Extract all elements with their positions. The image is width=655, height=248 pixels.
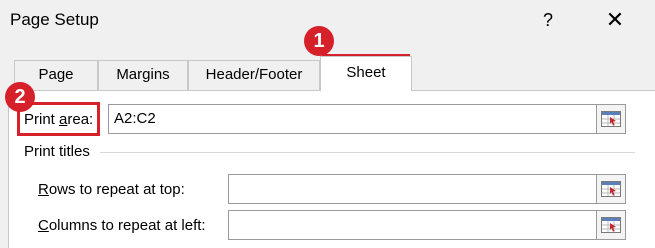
tab-header-footer[interactable]: Header/Footer (188, 60, 320, 91)
range-picker-icon (601, 111, 621, 127)
print-area-label-post: rea: (67, 111, 94, 128)
help-button[interactable]: ? (536, 6, 560, 34)
step-badge-2: 2 (5, 82, 35, 112)
print-area-label-pre: Print (24, 111, 60, 128)
print-area-label: Print area: (24, 111, 93, 128)
print-area-input[interactable]: A2:C2 (108, 104, 598, 134)
rows-repeat-picker-button[interactable] (596, 174, 626, 204)
print-titles-separator (100, 152, 635, 153)
columns-repeat-label: Columns to repeat at left: (38, 217, 206, 234)
dialog-title: Page Setup (10, 10, 99, 29)
close-button[interactable]: ✕ (600, 6, 630, 34)
columns-repeat-picker-button[interactable] (596, 210, 626, 240)
print-titles-heading: Print titles (24, 143, 90, 160)
range-picker-icon (601, 217, 621, 233)
range-picker-icon (601, 181, 621, 197)
columns-repeat-label-access: C (38, 217, 49, 234)
rows-repeat-label-access: R (38, 181, 49, 198)
tab-sheet[interactable]: Sheet (320, 56, 412, 91)
rows-repeat-label-post: ows to repeat at top: (48, 181, 185, 198)
tab-margins[interactable]: Margins (98, 60, 188, 91)
print-area-picker-button[interactable] (596, 104, 626, 134)
tab-strip: Page Margins Header/Footer Sheet (0, 54, 655, 91)
columns-repeat-label-post: olumns to repeat at left: (48, 217, 206, 234)
rows-repeat-label: Rows to repeat at top: (38, 181, 185, 198)
columns-repeat-input[interactable] (228, 210, 598, 240)
step-badge-1: 1 (304, 26, 334, 56)
rows-repeat-input[interactable] (228, 174, 598, 204)
